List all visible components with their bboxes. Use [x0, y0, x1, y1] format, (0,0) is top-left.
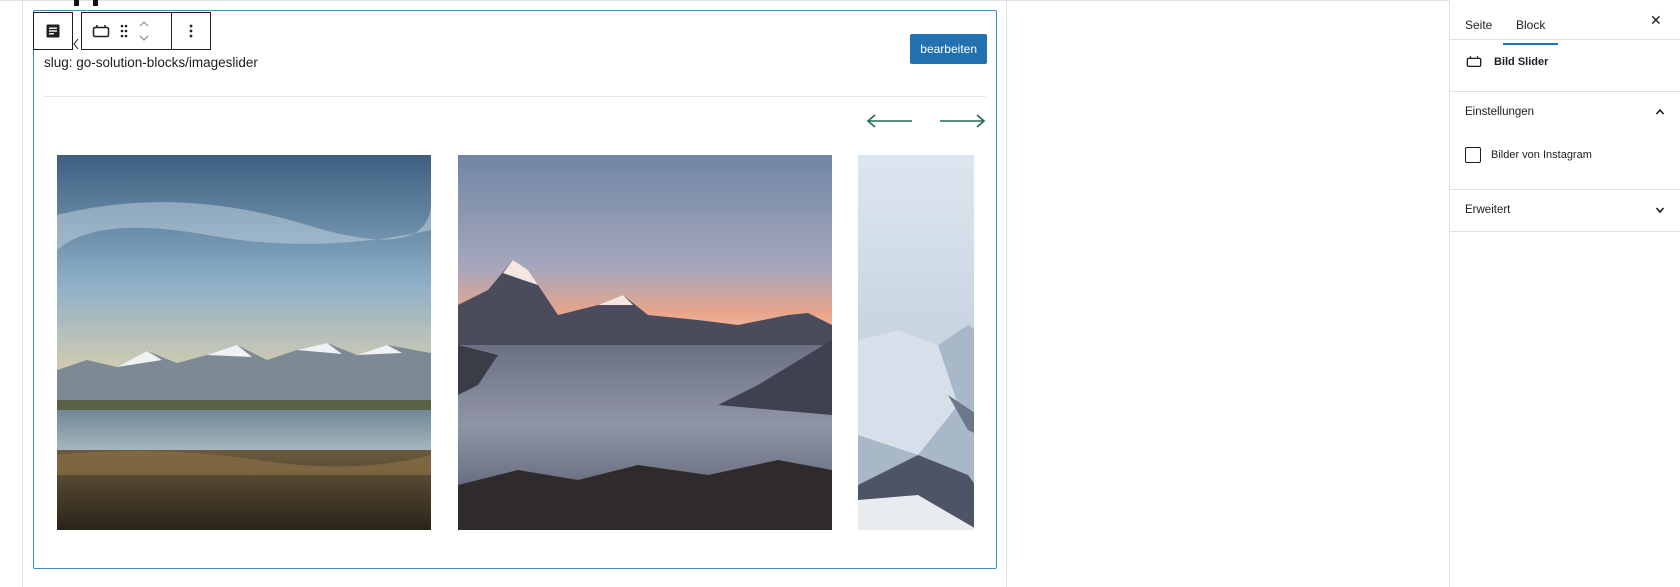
image-slider-block[interactable]: slug: go-solution-blocks/imageslider bea… [33, 10, 997, 569]
close-icon[interactable]: ✕ [1650, 12, 1662, 29]
slider-next-button[interactable] [938, 113, 986, 129]
block-slug: slug: go-solution-blocks/imageslider [44, 55, 258, 70]
slide-image-3 [858, 155, 974, 530]
block-separator [44, 96, 986, 97]
paragraph-icon [45, 23, 61, 39]
chevron-up-icon [1655, 108, 1665, 115]
more-options-icon [189, 24, 193, 38]
settings-sidebar: Seite Block ✕ Bild Slider Einstellungen … [1449, 0, 1680, 587]
slider-block-icon [1466, 55, 1482, 73]
drag-handle-icon[interactable] [120, 24, 128, 38]
chevron-down-icon [1655, 207, 1665, 214]
sidebar-tabs: Seite Block ✕ [1450, 0, 1680, 45]
panel-einstellungen-toggle[interactable]: Einstellungen [1450, 92, 1680, 132]
edit-button[interactable]: bearbeiten [910, 34, 987, 64]
block-card-title: Bild Slider [1494, 56, 1549, 68]
slider-track [57, 155, 974, 530]
canvas-right-border [1006, 0, 1007, 587]
instagram-checkbox-label[interactable]: Bilder von Instagram [1491, 149, 1592, 161]
panel-einstellungen-title: Einstellungen [1465, 106, 1535, 118]
block-card: Bild Slider [1450, 40, 1680, 92]
block-controls [81, 12, 171, 50]
panel-erweitert-toggle[interactable]: Erweitert [1450, 190, 1680, 232]
arrow-right-icon [940, 114, 986, 128]
panel-erweitert-title: Erweitert [1465, 204, 1511, 216]
arrow-left-icon [866, 114, 912, 128]
more-options-button[interactable] [171, 12, 211, 50]
editor-top-line [0, 0, 1449, 1]
tab-seite[interactable]: Seite [1465, 18, 1492, 32]
page-title-fragment [74, 0, 114, 6]
panel-einstellungen-body: Bilder von Instagram [1450, 132, 1680, 190]
block-type-button[interactable] [33, 12, 73, 50]
slide-image-1 [57, 155, 431, 530]
slide-image-2 [458, 155, 832, 530]
slider-prev-button[interactable] [866, 113, 914, 129]
tab-block[interactable]: Block [1516, 18, 1545, 32]
canvas-left-border [22, 0, 23, 587]
block-toolbar [33, 12, 211, 50]
text-caret-icon [73, 38, 79, 50]
instagram-checkbox[interactable] [1465, 147, 1481, 163]
slider-block-icon[interactable] [92, 24, 110, 38]
move-up-down-icon[interactable] [138, 18, 150, 44]
